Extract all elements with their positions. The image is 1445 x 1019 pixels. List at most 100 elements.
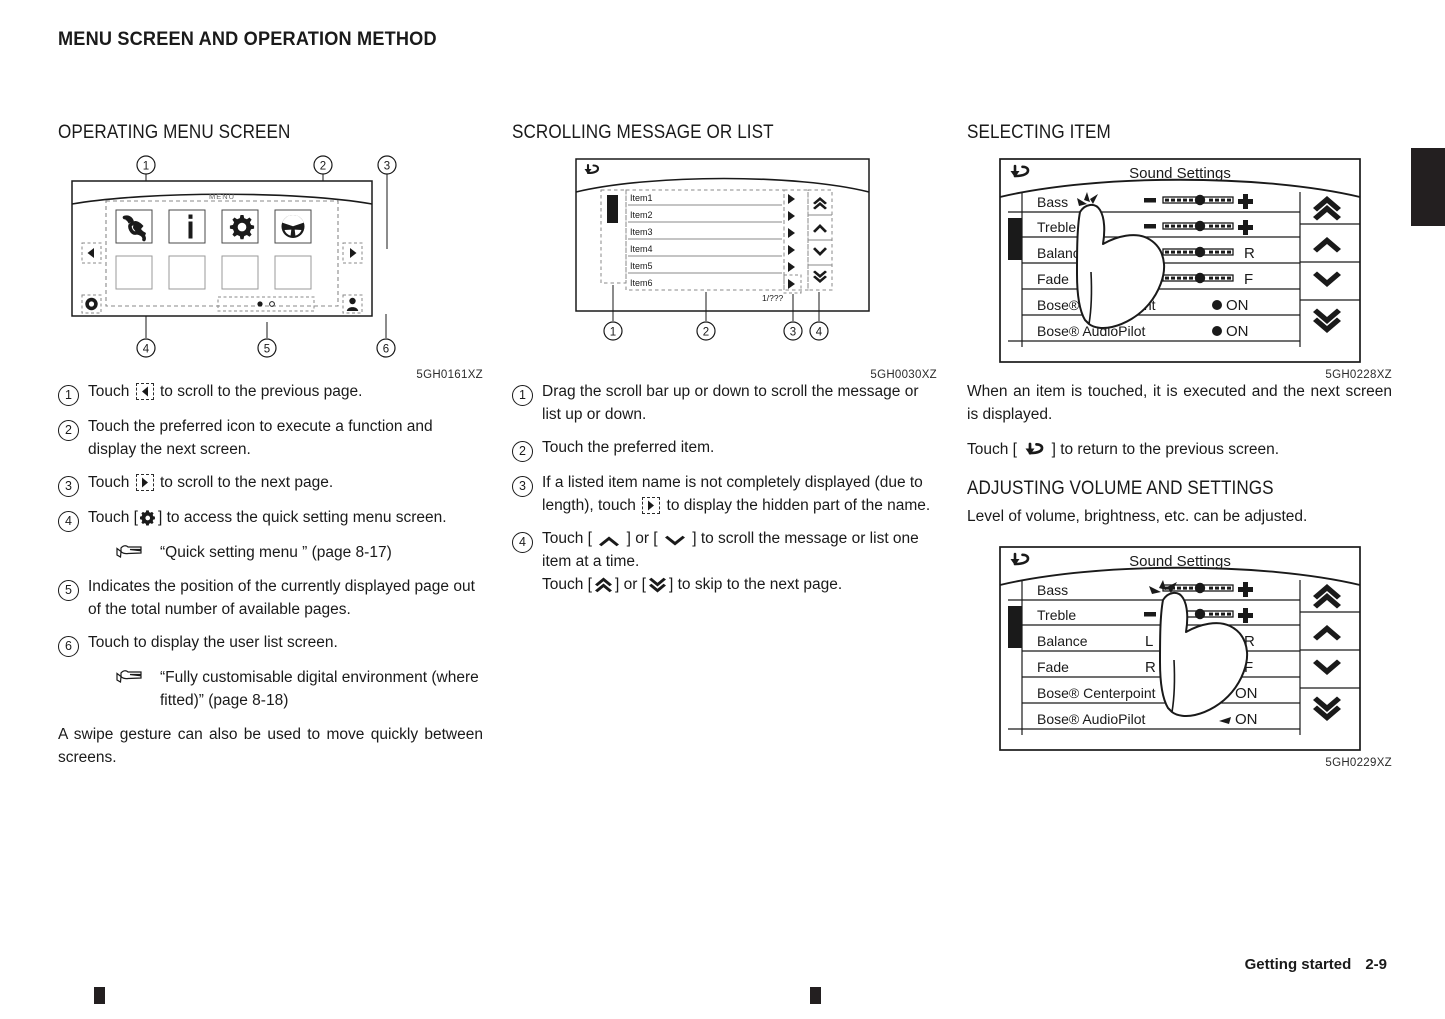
row-label: Bass [1037, 194, 1068, 210]
section-heading-scrolling: SCROLLING MESSAGE OR LIST [512, 122, 774, 143]
callout-2: 2 [320, 161, 326, 173]
page-footer: Getting started 2-9 [1245, 956, 1387, 973]
callout-number: 3 [58, 472, 88, 497]
note-text-1: Drag the scroll bar up or down to scroll… [542, 383, 919, 423]
pointing-hand-icon [114, 542, 148, 564]
svg-text:R: R [1145, 659, 1156, 676]
callout-number: 4 [512, 528, 542, 553]
double-chevron-down-icon [648, 577, 667, 593]
svg-text:1: 1 [610, 327, 616, 339]
column-selecting-item: SELECTING ITEM Sound Settings Bass Trebl… [967, 122, 1392, 769]
list-item-label: Item2 [630, 210, 653, 220]
note-text-6: Touch to display the user list screen. [88, 634, 338, 652]
row-value: ON [1226, 323, 1249, 340]
callout-number: 5 [58, 576, 88, 602]
callout-number: 3 [512, 472, 542, 497]
note-text-4: Touch [ ] or [ ] to scroll the message o… [542, 529, 919, 593]
note-text-3: Touch to scroll to the next page. [88, 473, 334, 491]
chevron-right-icon [642, 496, 661, 514]
screen-title: Sound Settings [1129, 553, 1231, 570]
note-text-4: Touch [] to access the quick setting men… [88, 508, 447, 526]
svg-text:R: R [1244, 245, 1255, 262]
scrollbar-thumb [607, 195, 618, 223]
figure-code-4: 5GH0229XZ [1325, 756, 1392, 769]
figure-operating-menu-screen: 1 2 3 4 5 6 MENU 5GH0161XZ [58, 152, 483, 381]
cross-reference-1: “Quick setting menu ” (page 8-17) [114, 542, 483, 564]
callout-number: 6 [58, 632, 88, 658]
section-heading-operating-menu: OPERATING MENU SCREEN [58, 122, 291, 143]
figure-scrolling-list: Item1 Item2 Item3 Item4 Item5 Item6 1/??… [512, 152, 937, 381]
callout-number: 2 [512, 437, 542, 462]
footer-page-number: 2-9 [1365, 956, 1387, 973]
row-label: Treble [1037, 607, 1076, 623]
row-label: Fade [1037, 659, 1069, 675]
row-label: Bose® AudioPilot [1037, 711, 1145, 727]
callout-1: 1 [143, 161, 149, 173]
row-label: Treble [1037, 219, 1076, 235]
figure-adjusting-volume: Sound Settings Bass Treble Balance Fade … [967, 543, 1392, 769]
paragraph-selecting-item: When an item is touched, it is executed … [967, 383, 1392, 423]
pointing-hand-icon [114, 667, 148, 712]
list-item: 4 Touch [] to access the quick setting m… [58, 507, 483, 532]
column-operating-menu-screen: OPERATING MENU SCREEN 1 2 3 4 5 6 MENU 5… [58, 122, 483, 782]
list-item: 1 Touch to scroll to the previous page. [58, 381, 483, 406]
manual-page: MENU SCREEN AND OPERATION METHOD OPERATI… [0, 0, 1445, 1019]
screen-title: Sound Settings [1129, 165, 1231, 182]
svg-text:F: F [1244, 271, 1253, 288]
callout-4: 4 [143, 344, 150, 356]
list-item-label: Item3 [630, 227, 653, 237]
list-item: 1 Drag the scroll bar up or down to scro… [512, 381, 937, 427]
figure-selecting-item: Sound Settings Bass Treble Balance Fade … [967, 152, 1392, 381]
row-label: Balance [1037, 633, 1088, 649]
cross-reference-text-1: “Quick setting menu ” (page 8-17) [160, 543, 392, 561]
svg-text:4: 4 [816, 327, 823, 339]
gear-icon [139, 510, 156, 526]
cross-reference-2: “Fully customisable digital environment … [114, 667, 483, 712]
list-item-label: Item1 [630, 193, 653, 203]
list-item: 5 Indicates the position of the currentl… [58, 576, 483, 622]
cross-reference-text-2: “Fully customisable digital environment … [160, 669, 479, 709]
callout-number: 2 [58, 416, 88, 441]
svg-text:MENU: MENU [209, 192, 235, 201]
chevron-up-icon [598, 535, 620, 547]
list-item: 4 Touch [ ] or [ ] to scroll the message… [512, 528, 937, 597]
column-scrolling-message-or-list: SCROLLING MESSAGE OR LIST Item1 Item2 It… [512, 122, 937, 607]
section-heading-adjusting-volume: ADJUSTING VOLUME AND SETTINGS [967, 477, 1274, 499]
list-item-label: Item4 [630, 244, 653, 254]
note-text-2: Touch the preferred icon to execute a fu… [88, 418, 433, 458]
chevron-down-icon [664, 535, 686, 547]
figure-code-2: 5GH0030XZ [870, 369, 937, 381]
callout-number: 1 [58, 381, 88, 406]
row-value: ON [1235, 685, 1258, 702]
figure-code-1: 5GH0161XZ [416, 369, 483, 381]
scrollbar-thumb [1008, 605, 1022, 648]
section-heading-selecting-item: SELECTING ITEM [967, 122, 1111, 143]
chapter-edge-tab [1411, 148, 1445, 226]
svg-text:3: 3 [790, 327, 796, 339]
list-item-label: Item5 [630, 261, 653, 271]
chevron-left-icon [135, 383, 154, 400]
info-icon [188, 214, 193, 239]
scrollbar-thumb [1008, 218, 1022, 260]
list-item: 3 If a listed item name is not completel… [512, 472, 937, 518]
callout-number: 4 [58, 507, 88, 532]
note-text-2: Touch the preferred item. [542, 438, 715, 456]
list-item: 3 Touch to scroll to the next page. [58, 472, 483, 497]
chevron-right-icon [135, 473, 154, 491]
closing-paragraph: A swipe gesture can also be used to move… [58, 726, 483, 767]
list-item-label: Item6 [630, 278, 653, 288]
callout-6: 6 [383, 344, 389, 356]
callout-3: 3 [384, 161, 390, 173]
callout-number: 1 [512, 381, 542, 406]
steering-wheel-icon [281, 215, 305, 238]
back-arrow-icon [1023, 441, 1045, 458]
page-title: MENU SCREEN AND OPERATION METHOD [58, 28, 437, 50]
list-item: 6 Touch to display the user list screen. [58, 632, 483, 658]
note-text-5: Indicates the position of the currently … [88, 578, 475, 619]
registration-mark-center [810, 987, 821, 1004]
gear-icon [229, 215, 255, 240]
row-value: ON [1235, 711, 1258, 728]
double-chevron-up-icon [594, 577, 613, 593]
svg-text:L: L [1145, 633, 1153, 650]
list-item: 2 Touch the preferred icon to execute a … [58, 416, 483, 462]
